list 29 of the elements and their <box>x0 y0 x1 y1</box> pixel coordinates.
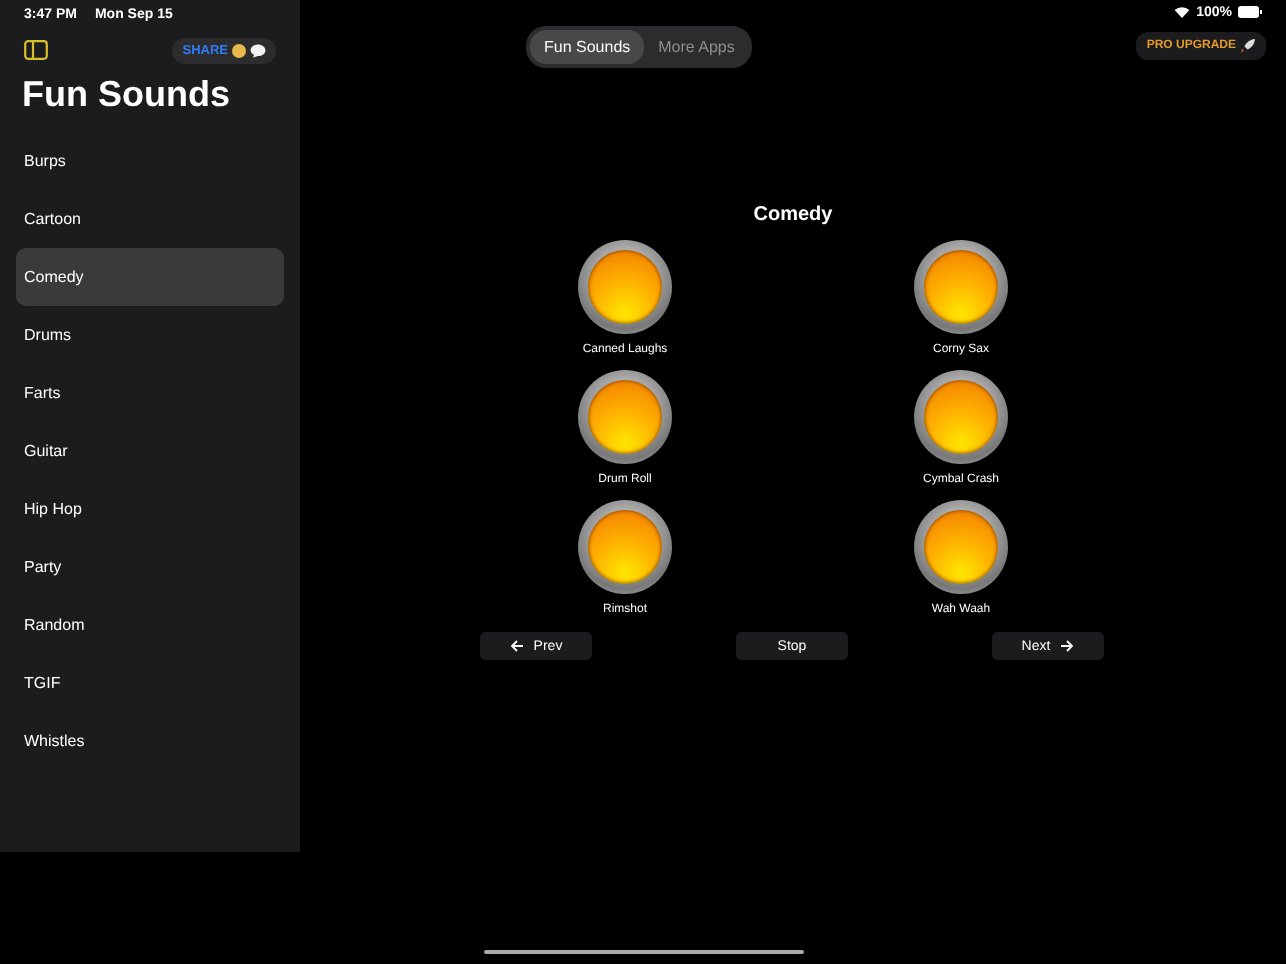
category-item[interactable]: Comedy <box>16 248 284 306</box>
tab[interactable]: More Apps <box>644 29 749 63</box>
sidebar-title: Fun Sounds <box>20 72 232 118</box>
sound-button[interactable] <box>578 500 672 594</box>
category-item[interactable]: Drums <box>16 306 284 364</box>
category-item[interactable]: Hip Hop <box>16 480 284 538</box>
category-item[interactable]: Whistles <box>16 712 284 770</box>
speech-bubble-icon <box>250 43 266 57</box>
rocket-icon <box>1240 38 1256 54</box>
category-item[interactable]: Guitar <box>16 422 284 480</box>
tab[interactable]: Fun Sounds <box>530 29 645 63</box>
category-item[interactable]: Burps <box>16 132 284 190</box>
sound-button[interactable] <box>914 500 1008 594</box>
sound-button[interactable] <box>914 370 1008 464</box>
category-item[interactable]: Party <box>16 538 284 596</box>
sound-button[interactable] <box>578 240 672 334</box>
battery-icon <box>1238 6 1262 18</box>
emoji-face-icon <box>232 43 246 57</box>
category-item[interactable]: Random <box>16 596 284 654</box>
category-item[interactable]: Farts <box>16 364 284 422</box>
sidebar-toggle-icon[interactable] <box>24 40 48 60</box>
category-title: Comedy <box>753 204 833 226</box>
category-item[interactable]: Cartoon <box>16 190 284 248</box>
wifi-icon <box>1174 6 1191 18</box>
arrow-right-icon <box>1060 640 1075 652</box>
sound-button[interactable] <box>914 240 1008 334</box>
category-item[interactable]: TGIF <box>16 654 284 712</box>
arrow-left-icon <box>509 640 524 652</box>
sound-button[interactable] <box>578 370 672 464</box>
